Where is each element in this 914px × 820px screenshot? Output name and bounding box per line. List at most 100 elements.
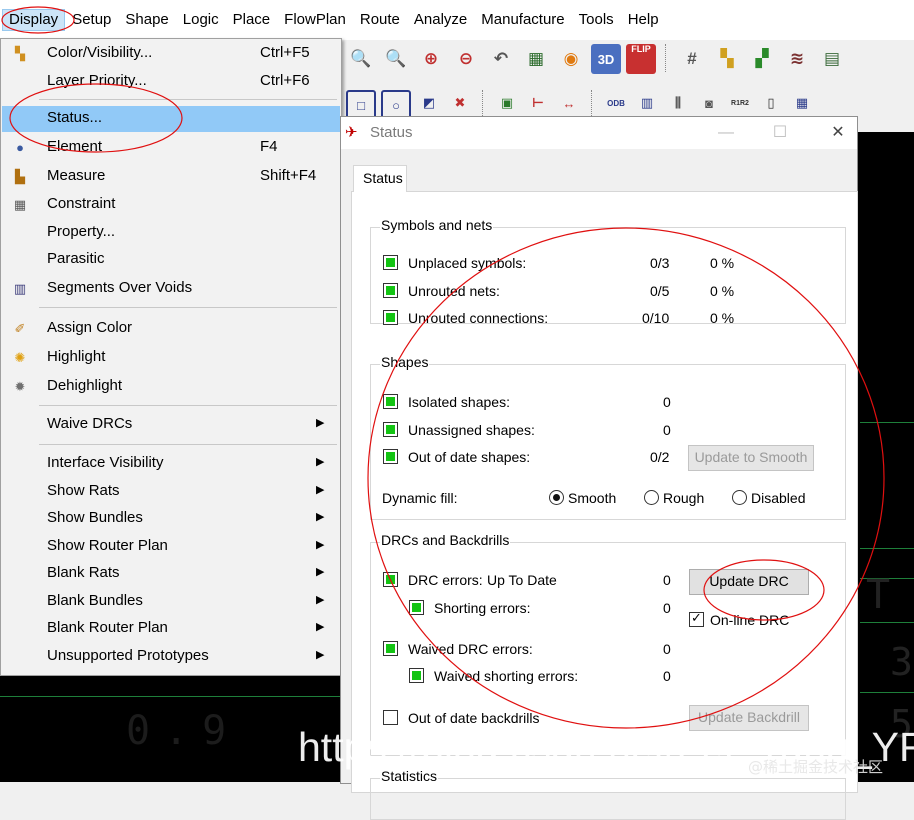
update-to-smooth-button[interactable]: Update to Smooth — [688, 445, 814, 471]
artwork-icon[interactable]: ▥ — [634, 90, 660, 116]
status-dialog: ✈ Status — ☐ ✕ Status Symbols and nets U… — [340, 116, 858, 820]
menu-item-unsupported-prototypes[interactable]: Unsupported Prototypes ▶ — [2, 644, 340, 670]
menu-item-blank-router-plan[interactable]: Blank Router Plan ▶ — [2, 616, 340, 642]
segments-over-voids-icon: ▥ — [13, 281, 27, 296]
status-indicator — [383, 283, 398, 298]
row-unplaced-symbols: Unplaced symbols: 0/3 0 % — [371, 252, 845, 274]
design-canvas-left[interactable]: 0.9 — [0, 674, 340, 782]
menu-item-show-rats[interactable]: Show Rats ▶ — [2, 479, 340, 505]
report-icon[interactable]: ▯ — [758, 90, 784, 116]
menu-item-color-visibility[interactable]: ▚ Color/Visibility... Ctrl+F5 — [2, 41, 340, 67]
row-dynamic-fill: Dynamic fill: Smooth Rough Disabled — [382, 490, 806, 506]
menu-item-interface-visibility[interactable]: Interface Visibility ▶ — [2, 451, 340, 477]
status-indicator — [409, 668, 424, 683]
grid-toggle-icon[interactable]: # — [677, 44, 707, 74]
online-drc-checkbox-row[interactable]: ✓ On-line DRC — [687, 609, 837, 631]
menu-tools[interactable]: Tools — [572, 10, 621, 30]
toolbar-separator — [665, 44, 668, 72]
layer-icon[interactable]: ▞ — [747, 44, 777, 74]
fill-disabled-radio[interactable] — [732, 490, 747, 505]
menu-display[interactable]: Display — [2, 9, 66, 31]
menu-item-waive-drcs[interactable]: Waive DRCs ▶ — [2, 412, 340, 438]
menu-logic[interactable]: Logic — [176, 10, 226, 30]
menu-item-blank-bundles[interactable]: Blank Bundles ▶ — [2, 589, 340, 615]
redraw-icon[interactable]: ◉ — [556, 44, 586, 74]
dimension-icon[interactable]: ⊢ — [525, 90, 551, 116]
menu-item-status[interactable]: Status... — [2, 106, 340, 132]
properties-icon[interactable]: ▦ — [789, 90, 815, 116]
menu-item-segments-over-voids[interactable]: ▥ Segments Over Voids — [2, 276, 340, 302]
dialog-titlebar[interactable]: ✈ Status — ☐ ✕ — [341, 117, 857, 149]
minimize-icon[interactable]: — — [712, 121, 740, 145]
color-visibility-icon[interactable]: ▚ — [712, 44, 742, 74]
zoom-previous-icon[interactable]: ↶ — [486, 44, 516, 74]
group-statistics: Statistics — [370, 768, 846, 820]
place-component-icon[interactable]: ▣ — [494, 90, 520, 116]
menu-item-property[interactable]: Property... — [2, 220, 340, 246]
canvas-trace — [860, 622, 914, 623]
menu-manufacture[interactable]: Manufacture — [474, 10, 571, 30]
menu-item-blank-rats[interactable]: Blank Rats ▶ — [2, 561, 340, 587]
menu-item-constraint[interactable]: ▦ Constraint — [2, 192, 340, 218]
app-icon: ✈ — [345, 124, 358, 141]
zoom-in-icon[interactable]: ⊕ — [416, 44, 446, 74]
fill-smooth-radio[interactable] — [549, 490, 564, 505]
constraint-icon: ▦ — [13, 197, 27, 212]
status-indicator — [409, 600, 424, 615]
menu-help[interactable]: Help — [621, 10, 666, 30]
maximize-icon[interactable]: ☐ — [766, 121, 794, 145]
toolbar-separator — [482, 90, 485, 118]
measure-width-icon[interactable]: ↔ — [556, 90, 582, 116]
menu-item-dehighlight[interactable]: ✹ Dehighlight — [2, 374, 340, 400]
tab-status[interactable]: Status — [353, 165, 407, 192]
refdes-icon[interactable]: R1R2 — [727, 90, 753, 116]
update-drc-button[interactable]: Update DRC — [689, 569, 809, 595]
status-indicator — [383, 572, 398, 587]
ecm-icon[interactable]: ▤ — [817, 44, 847, 74]
odb-export-icon[interactable]: ODB — [603, 90, 629, 116]
menu-setup[interactable]: Setup — [65, 10, 118, 30]
row-waived-drc-errors: Waived DRC errors: 0 — [371, 638, 845, 660]
submenu-arrow-icon: ▶ — [316, 621, 325, 633]
menu-item-measure[interactable]: ▙ Measure Shift+F4 — [2, 164, 340, 190]
submenu-arrow-icon: ▶ — [316, 649, 325, 661]
drill-legend-icon[interactable]: ⫼ — [665, 90, 691, 116]
menu-analyze[interactable]: Analyze — [407, 10, 474, 30]
submenu-arrow-icon: ▶ — [316, 511, 325, 523]
menu-place[interactable]: Place — [226, 10, 278, 30]
close-icon[interactable]: ✕ — [824, 121, 852, 145]
zoom-fit-icon[interactable]: 🔍 — [381, 44, 411, 74]
dehighlight-icon: ✹ — [14, 379, 26, 394]
zoom-world-icon[interactable]: ▦ — [521, 44, 551, 74]
menu-item-highlight[interactable]: ✺ Highlight — [2, 345, 340, 371]
fill-rough-radio[interactable] — [644, 490, 659, 505]
menu-shape[interactable]: Shape — [118, 10, 175, 30]
menu-item-show-bundles[interactable]: Show Bundles ▶ — [2, 506, 340, 532]
flip-board-icon[interactable]: FLIP — [626, 44, 656, 74]
toolbar-separator — [591, 90, 594, 118]
menubar: Display Setup Shape Logic Place FlowPlan… — [0, 0, 914, 40]
backdrill-indicator — [383, 710, 398, 725]
status-indicator — [383, 255, 398, 270]
menu-item-assign-color[interactable]: ✐ Assign Color — [2, 316, 340, 342]
zoom-points-icon[interactable]: 🔍 — [346, 44, 376, 74]
menu-item-layer-priority[interactable]: Layer Priority... Ctrl+F6 — [2, 69, 340, 95]
row-unassigned-shapes: Unassigned shapes: 0 — [371, 419, 845, 441]
camera-icon[interactable]: ◙ — [696, 90, 722, 116]
canvas-trace — [860, 692, 914, 693]
zoom-out-icon[interactable]: ⊖ — [451, 44, 481, 74]
menu-item-parasitic[interactable]: Parasitic — [2, 247, 340, 273]
menu-item-element[interactable]: ● Element F4 — [2, 135, 340, 161]
stack-icon[interactable]: ≋ — [782, 44, 812, 74]
menu-separator — [39, 99, 337, 100]
online-drc-checkbox[interactable]: ✓ — [689, 610, 704, 627]
menu-item-show-router-plan[interactable]: Show Router Plan ▶ — [2, 534, 340, 560]
row-unrouted-nets: Unrouted nets: 0/5 0 % — [371, 280, 845, 302]
menu-separator — [39, 307, 337, 308]
menu-separator — [39, 405, 337, 406]
menu-flowplan[interactable]: FlowPlan — [277, 10, 353, 30]
delete-shape-icon[interactable]: ✖ — [447, 90, 473, 116]
menu-route[interactable]: Route — [353, 10, 407, 30]
3d-view-icon[interactable]: 3D — [591, 44, 621, 74]
shape-add-icon[interactable]: ◩ — [416, 90, 442, 116]
